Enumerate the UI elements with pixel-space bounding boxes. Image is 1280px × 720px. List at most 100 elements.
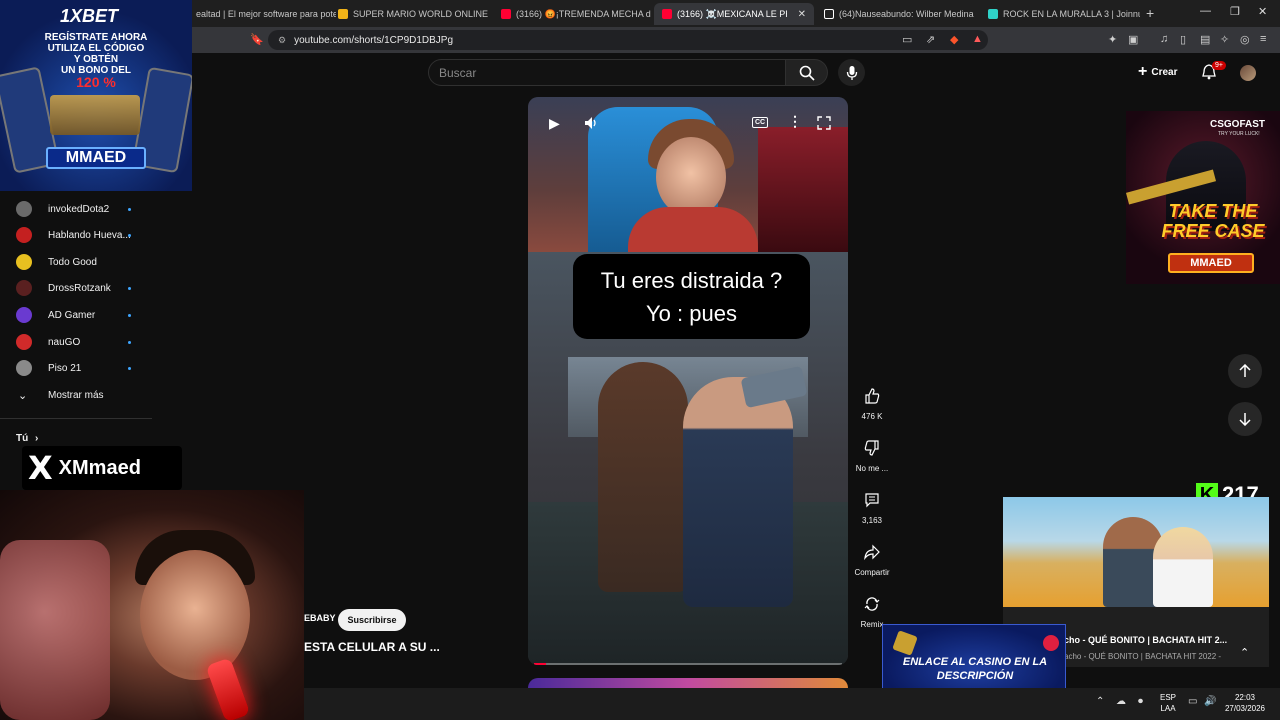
system-clock[interactable]: 22:03 27/03/2026 [1222, 692, 1268, 714]
sidebar-item-piso-21[interactable]: Piso 21 [0, 355, 150, 381]
tray-overflow-icon[interactable]: ⌃ [1096, 696, 1104, 707]
arrow-down-icon [1239, 413, 1251, 426]
miniplayer-title[interactable]: cho - QUÉ BONITO | BACHATA HIT 2... [1064, 635, 1227, 645]
search-input[interactable]: Buscar [428, 59, 786, 86]
account-avatar[interactable] [1240, 65, 1256, 81]
next-short-button[interactable] [1228, 402, 1262, 436]
url-text: youtube.com/shorts/1CP9D1DBJPg [294, 34, 454, 46]
sidebar-item-naugo[interactable]: nauGO [0, 329, 150, 355]
woman-figure [1153, 527, 1213, 607]
minimize-icon[interactable]: — [1200, 5, 1211, 17]
leo-icon[interactable]: ✧ [1220, 33, 1229, 46]
ad-promo-code: MMAED [1168, 253, 1254, 273]
sidebar-item-invokeddota2[interactable]: invokedDota2 [0, 196, 150, 222]
captions-icon[interactable]: CC [752, 117, 768, 128]
cloud-icon[interactable]: ☁ [1116, 696, 1126, 707]
network-icon[interactable]: ▭ [1188, 696, 1197, 707]
miniplayer-video[interactable] [1003, 497, 1269, 607]
sidebar-item-drossrotzank[interactable]: DrossRotzank [0, 275, 150, 301]
close-window-icon[interactable]: ✕ [1258, 5, 1267, 18]
browser-tab[interactable]: (3166) 😡¡TREMENDA MECHA de P [493, 3, 651, 25]
screenshot-icon[interactable]: ▣ [1128, 33, 1138, 46]
extensions-icon[interactable]: ✦ [1108, 33, 1117, 46]
progress-fill [534, 663, 547, 665]
dislike-button[interactable]: No me ... [852, 428, 892, 473]
media-icon[interactable]: ♫ [1160, 33, 1168, 45]
language-indicator[interactable]: ESP LAA [1158, 692, 1178, 714]
volume-tray-icon[interactable]: 🔊 [1204, 696, 1216, 707]
comments-circle [852, 480, 892, 520]
create-label: Crear [1151, 66, 1178, 78]
ad-text: Y OBTÉN [73, 54, 119, 65]
menu-icon[interactable]: ≡ [1260, 33, 1266, 45]
subscribe-button[interactable]: Suscribirse [338, 609, 406, 631]
channel-avatar [16, 360, 32, 376]
bookmark-icon[interactable]: 🔖 [250, 33, 264, 46]
sidebar-item-label: DrossRotzank [48, 282, 111, 294]
sidebar-show-more[interactable]: ⌄ Mostrar más [0, 382, 150, 408]
previous-short-button[interactable] [1228, 354, 1262, 388]
more-options-icon[interactable]: ⋮ [788, 113, 802, 130]
restore-icon[interactable]: ❐ [1230, 5, 1240, 18]
sidebar-toggle-icon[interactable]: ▯ [1180, 33, 1186, 46]
remix-button[interactable]: Remix [852, 584, 892, 629]
channel-name[interactable]: EBABY [304, 613, 336, 623]
share-page-icon[interactable]: ⇗ [926, 33, 935, 46]
create-button[interactable]: + Crear [1138, 62, 1177, 82]
caption-line: Yo : pues [646, 300, 737, 326]
betting-ad-overlay: 1XBET REGÍSTRATE AHORA UTILIZA EL CÓDIGO… [0, 0, 192, 191]
rewards-icon[interactable]: ▲ [972, 33, 983, 45]
sidebar-item-label: Piso 21 [48, 362, 82, 374]
chevron-right-icon: › [35, 433, 39, 444]
you-label: Tú [16, 433, 29, 444]
browser-tab[interactable]: (64)Nauseabundo: Wilber Medina - [816, 3, 976, 25]
brave-shield-icon[interactable]: ◆ [950, 33, 958, 46]
new-tab-icon[interactable]: + [1146, 5, 1154, 21]
chevron-up-icon[interactable]: ⌃ [1240, 646, 1249, 659]
shorts-video-player[interactable]: Tu eres distraida ? Yo : pues ▶ CC ⋮ [528, 97, 848, 665]
play-icon[interactable]: ▶ [549, 115, 560, 132]
tab-title: ROCK EN LA MURALLA 3 | Joinnus [1003, 9, 1140, 19]
x-handle-overlay: X XMmaed [22, 446, 182, 490]
mic-tray-icon[interactable]: ⏺ [1138, 696, 1143, 707]
new-content-dot [128, 340, 131, 344]
sidebar-item-ad-gamer[interactable]: AD Gamer [0, 302, 150, 328]
share-button[interactable]: Compartir [852, 532, 892, 577]
volume-icon[interactable] [584, 116, 598, 130]
microphone-icon [846, 65, 857, 80]
gaming-chair [0, 540, 110, 720]
lang-code: ESP [1159, 693, 1176, 702]
address-bar[interactable]: ⚙ youtube.com/shorts/1CP9D1DBJPg [268, 30, 988, 50]
voice-search-button[interactable] [838, 59, 865, 86]
tab-title: SUPER MARIO WORLD ONLINE jueg [353, 9, 490, 19]
video-progress-bar[interactable] [534, 663, 842, 665]
comments-button[interactable]: 3,163 [852, 480, 892, 525]
plus-icon: + [1138, 63, 1148, 80]
screen: ealtad | El mejor software para pote SUP… [0, 0, 1280, 720]
browser-toolbar: 🔖 ⚙ youtube.com/shorts/1CP9D1DBJPg ▭ ⇗ ◆… [0, 27, 1280, 53]
browser-tab[interactable]: ROCK EN LA MURALLA 3 | Joinnus [980, 3, 1140, 25]
video-caption: Tu eres distraida ? Yo : pues [573, 254, 810, 339]
search-button[interactable] [786, 59, 828, 86]
ad-headline: TAKE THE FREE CASE [1161, 201, 1265, 241]
heart-graphic [1043, 635, 1059, 651]
woman-figure [598, 362, 688, 592]
like-button[interactable]: 476 K [852, 376, 892, 421]
browser-tab-active[interactable]: (3166) ☠️MEXICANA LE PRESTA ✕ [654, 3, 814, 25]
sidebar-item-hablando-huevadas[interactable]: Hablando Hueva... [0, 222, 150, 248]
red-gaming-chair [758, 127, 848, 252]
search-placeholder: Buscar [439, 66, 477, 80]
vpn-icon[interactable]: ◎ [1240, 33, 1250, 46]
browser-tab[interactable]: SUPER MARIO WORLD ONLINE jueg [330, 3, 490, 25]
sidebar-you-section[interactable]: Tú › [16, 433, 38, 444]
sidebar-item-todo-good[interactable]: Todo Good [0, 249, 150, 275]
cast-icon[interactable]: ▭ [902, 33, 912, 46]
short-title[interactable]: ESTA CELULAR A SU ... [304, 640, 440, 654]
close-tab-icon[interactable]: ✕ [798, 9, 806, 20]
site-info-icon[interactable]: ⚙ [278, 35, 286, 46]
fullscreen-icon[interactable] [817, 116, 831, 130]
sidebar-item-label: AD Gamer [48, 309, 96, 321]
share-label: Compartir [854, 568, 890, 577]
wallet-icon[interactable]: ▤ [1200, 33, 1210, 46]
browser-tab[interactable]: ealtad | El mejor software para pote [188, 3, 336, 25]
